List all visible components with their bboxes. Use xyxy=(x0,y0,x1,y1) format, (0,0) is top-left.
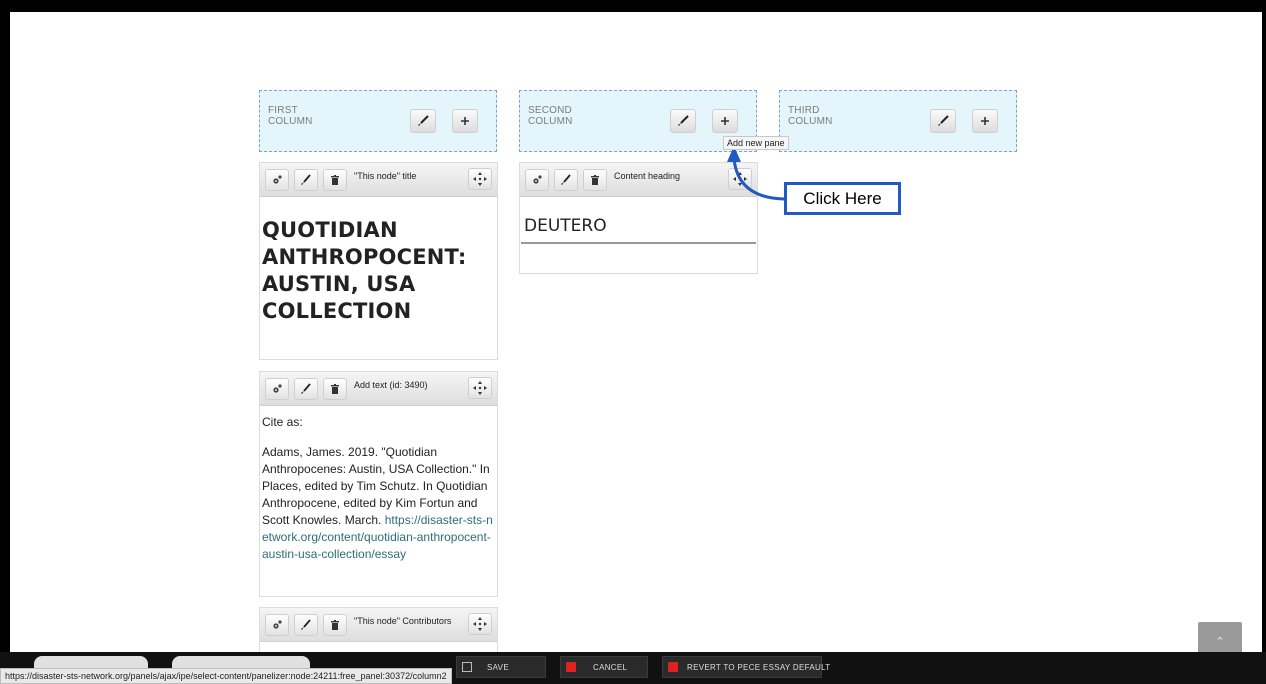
add-pane-button[interactable] xyxy=(972,109,998,133)
cite-label: Cite as: xyxy=(262,415,303,429)
close-icon xyxy=(566,662,576,672)
close-icon xyxy=(668,662,678,672)
citation-paragraph: Adams, James. 2019. "Quotidian Anthropoc… xyxy=(262,445,493,561)
column-label: SECOND COLUMN xyxy=(528,105,573,127)
gear-icon xyxy=(533,175,542,184)
gear-icon xyxy=(273,175,282,184)
brush-icon xyxy=(301,383,311,394)
edit-column-button[interactable] xyxy=(670,109,696,133)
pane-settings-button[interactable] xyxy=(265,614,289,636)
add-pane-button[interactable] xyxy=(712,109,738,133)
pane-settings-button[interactable] xyxy=(265,378,289,400)
pane-add-text: Add text (id: 3490) Cite as: Adams, Jame… xyxy=(259,371,498,597)
trash-icon xyxy=(331,175,339,185)
pane-title: "This node" Contributors xyxy=(354,616,452,626)
first-column-header: FIRST COLUMN xyxy=(259,90,497,152)
trash-icon xyxy=(331,384,339,394)
citation-text: Cite as: Adams, James. 2019. "Quotidian … xyxy=(260,406,497,563)
pane-move-handle[interactable] xyxy=(468,168,492,190)
node-title-heading: QUOTIDIAN ANTHROPOCENT: AUSTIN, USA COLL… xyxy=(262,218,467,323)
pane-node-title: "This node" title QUOTIDIAN ANTHROPOCENT… xyxy=(259,162,498,360)
pane-delete-button[interactable] xyxy=(323,378,347,400)
add-pane-tooltip: Add new pane xyxy=(723,136,789,150)
pane-move-handle[interactable] xyxy=(468,613,492,635)
pane-title: "This node" title xyxy=(354,171,417,181)
column-label: FIRST COLUMN xyxy=(268,105,313,127)
chevron-up-icon: ⌃ xyxy=(1215,635,1225,648)
pane-toolbar: "This node" Contributors xyxy=(260,608,497,642)
browser-status-url: https://disaster-sts-network.org/panels/… xyxy=(0,668,452,684)
pane-toolbar: "This node" title xyxy=(260,163,497,197)
brush-icon xyxy=(938,115,949,126)
gear-icon xyxy=(273,620,282,629)
brush-icon xyxy=(418,115,429,126)
move-icon xyxy=(473,172,487,186)
plus-icon xyxy=(461,117,469,125)
move-icon xyxy=(473,617,487,631)
pane-edit-button[interactable] xyxy=(294,169,318,191)
pane-delete-button[interactable] xyxy=(323,614,347,636)
pane-toolbar: Add text (id: 3490) xyxy=(260,372,497,406)
trash-icon xyxy=(331,620,339,630)
pane-settings-button[interactable] xyxy=(525,169,549,191)
gear-icon xyxy=(273,384,282,393)
column-label: THIRD COLUMN xyxy=(788,105,833,127)
brush-icon xyxy=(301,619,311,630)
brush-icon xyxy=(561,174,571,185)
trash-icon xyxy=(591,175,599,185)
pane-edit-button[interactable] xyxy=(294,378,318,400)
third-column-header: THIRD COLUMN xyxy=(779,90,1017,152)
plus-icon xyxy=(721,117,729,125)
pane-edit-button[interactable] xyxy=(554,169,578,191)
cancel-button[interactable]: CANCEL xyxy=(560,656,648,678)
brush-icon xyxy=(301,174,311,185)
ipe-page: FIRST COLUMN SECOND COLUMN THIRD COLUMN xyxy=(10,12,1262,684)
pane-title: Content heading xyxy=(614,171,681,181)
pane-move-handle[interactable] xyxy=(468,377,492,399)
pane-settings-button[interactable] xyxy=(265,169,289,191)
pane-edit-button[interactable] xyxy=(294,614,318,636)
pane-title: Add text (id: 3490) xyxy=(354,380,428,390)
pane-delete-button[interactable] xyxy=(323,169,347,191)
plus-icon xyxy=(981,117,989,125)
click-here-callout: Click Here xyxy=(784,182,901,215)
move-icon xyxy=(473,381,487,395)
revert-default-button[interactable]: REVERT TO PECE ESSAY DEFAULT xyxy=(662,656,830,678)
save-button[interactable]: SAVE xyxy=(456,656,546,678)
brush-icon xyxy=(678,115,689,126)
edit-column-button[interactable] xyxy=(410,109,436,133)
add-pane-button[interactable] xyxy=(452,109,478,133)
save-icon xyxy=(462,662,472,672)
pane-delete-button[interactable] xyxy=(583,169,607,191)
edit-column-button[interactable] xyxy=(930,109,956,133)
